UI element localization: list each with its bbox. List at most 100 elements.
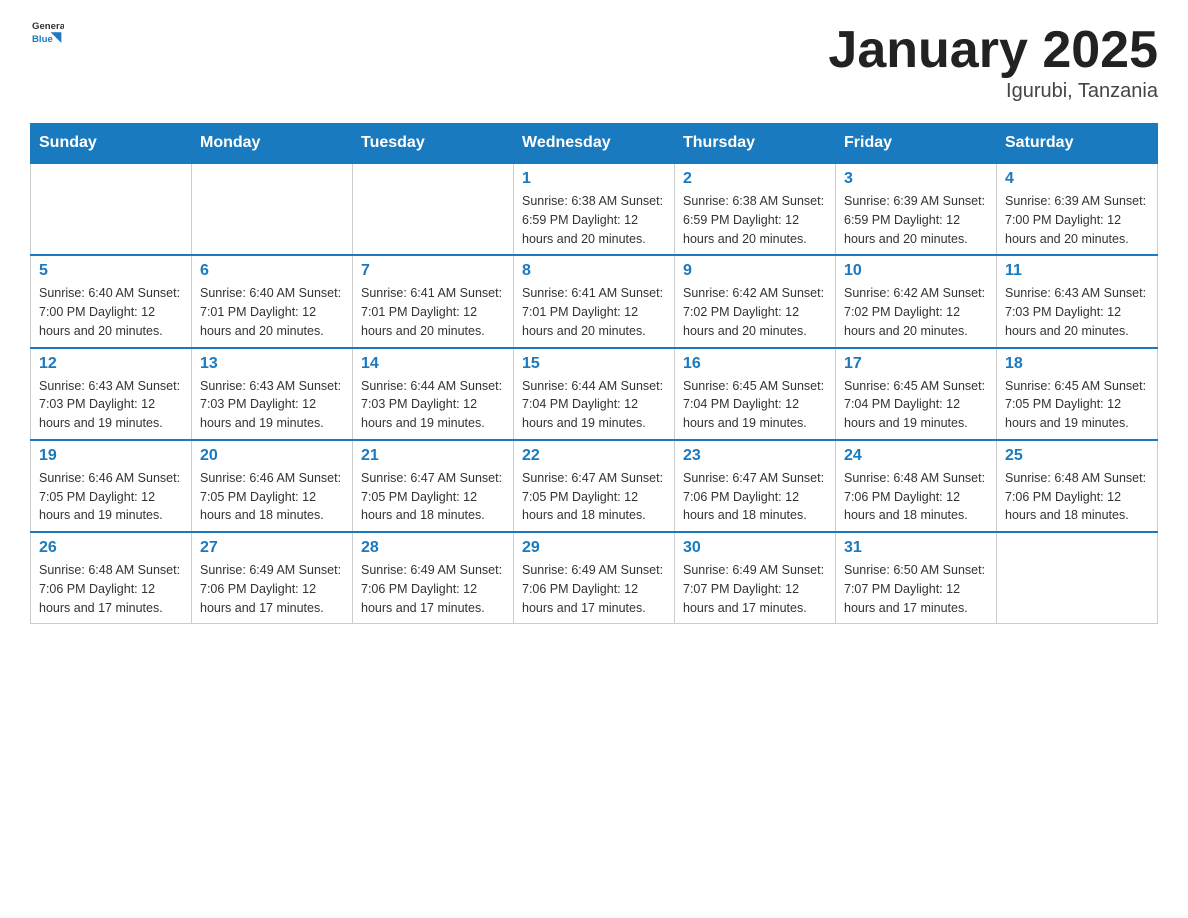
day-number: 3 [844,170,988,188]
weekday-header-saturday: Saturday [997,124,1158,164]
day-number: 7 [361,262,505,280]
calendar-cell: 3Sunrise: 6:39 AM Sunset: 6:59 PM Daylig… [836,163,997,255]
day-number: 17 [844,355,988,373]
day-info: Sunrise: 6:49 AM Sunset: 7:06 PM Dayligh… [522,561,666,617]
day-number: 15 [522,355,666,373]
day-number: 22 [522,447,666,465]
calendar-cell: 17 Sunrise: 6:45 AM Sunset: 7:04 PM Dayli… [836,348,997,440]
day-info: Sunrise: 6:38 AM Sunset: 6:59 PM Dayligh… [683,192,827,248]
calendar-cell: 16Sunrise: 6:45 AM Sunset: 7:04 PM Dayli… [675,348,836,440]
day-number: 25 [1005,447,1149,465]
day-info: Sunrise: 6:45 AM Sunset: 7:04 PM Dayligh… [844,377,988,433]
calendar-cell: 23 Sunrise: 6:47 AM Sunset: 7:06 PM Dayli… [675,440,836,532]
calendar-cell: 2 Sunrise: 6:38 AM Sunset: 6:59 PM Daylig… [675,163,836,255]
calendar-cell: 8 Sunrise: 6:41 AM Sunset: 7:01 PM Daylig… [514,255,675,347]
calendar-cell: 13 Sunrise: 6:43 AM Sunset: 7:03 PM Dayli… [192,348,353,440]
day-number: 8 [522,262,666,280]
calendar-cell: 9Sunrise: 6:42 AM Sunset: 7:02 PM Daylig… [675,255,836,347]
calendar-cell [997,532,1158,624]
day-info: Sunrise: 6:43 AM Sunset: 7:03 PM Dayligh… [39,377,183,433]
day-number: 14 [361,355,505,373]
weekday-header-wednesday: Wednesday [514,124,675,164]
day-info: Sunrise: 6:47 AM Sunset: 7:06 PM Dayligh… [683,469,827,525]
day-number: 30 [683,539,827,557]
day-info: Sunrise: 6:39 AM Sunset: 7:00 PM Dayligh… [1005,192,1149,248]
title-block: January 2025 Igurubi, Tanzania [828,20,1158,103]
day-number: 16 [683,355,827,373]
day-info: Sunrise: 6:44 AM Sunset: 7:03 PM Dayligh… [361,377,505,433]
day-number: 5 [39,262,183,280]
day-info: Sunrise: 6:48 AM Sunset: 7:06 PM Dayligh… [39,561,183,617]
calendar-cell: 19 Sunrise: 6:46 AM Sunset: 7:05 PM Dayli… [31,440,192,532]
calendar-cell: 7 Sunrise: 6:41 AM Sunset: 7:01 PM Daylig… [353,255,514,347]
day-info: Sunrise: 6:42 AM Sunset: 7:02 PM Dayligh… [844,284,988,340]
day-info: Sunrise: 6:40 AM Sunset: 7:00 PM Dayligh… [39,284,183,340]
day-number: 2 [683,170,827,188]
calendar-cell: 20 Sunrise: 6:46 AM Sunset: 7:05 PM Dayli… [192,440,353,532]
day-info: Sunrise: 6:41 AM Sunset: 7:01 PM Dayligh… [522,284,666,340]
day-number: 1 [522,170,666,188]
calendar-week-1: 1 Sunrise: 6:38 AM Sunset: 6:59 PM Daylig… [31,163,1158,255]
day-number: 31 [844,539,988,557]
calendar-table: SundayMondayTuesdayWednesdayThursdayFrid… [30,123,1158,624]
day-info: Sunrise: 6:42 AM Sunset: 7:02 PM Dayligh… [683,284,827,340]
day-number: 4 [1005,170,1149,188]
calendar-cell: 6 Sunrise: 6:40 AM Sunset: 7:01 PM Daylig… [192,255,353,347]
calendar-cell: 22 Sunrise: 6:47 AM Sunset: 7:05 PM Dayli… [514,440,675,532]
day-number: 20 [200,447,344,465]
day-number: 6 [200,262,344,280]
calendar-cell: 21Sunrise: 6:47 AM Sunset: 7:05 PM Dayli… [353,440,514,532]
weekday-header-friday: Friday [836,124,997,164]
calendar-cell: 31 Sunrise: 6:50 AM Sunset: 7:07 PM Dayli… [836,532,997,624]
calendar-cell: 12Sunrise: 6:43 AM Sunset: 7:03 PM Dayli… [31,348,192,440]
calendar-cell: 29 Sunrise: 6:49 AM Sunset: 7:06 PM Dayli… [514,532,675,624]
svg-text:General: General [32,21,64,32]
svg-text:Blue: Blue [32,34,53,45]
calendar-week-5: 26 Sunrise: 6:48 AM Sunset: 7:06 PM Dayli… [31,532,1158,624]
weekday-header-tuesday: Tuesday [353,124,514,164]
calendar-week-2: 5 Sunrise: 6:40 AM Sunset: 7:00 PM Daylig… [31,255,1158,347]
day-number: 13 [200,355,344,373]
day-info: Sunrise: 6:47 AM Sunset: 7:05 PM Dayligh… [361,469,505,525]
calendar-cell: 24Sunrise: 6:48 AM Sunset: 7:06 PM Dayli… [836,440,997,532]
calendar-cell [31,163,192,255]
day-info: Sunrise: 6:48 AM Sunset: 7:06 PM Dayligh… [844,469,988,525]
logo-icon: General Blue [32,16,64,48]
day-number: 11 [1005,262,1149,280]
day-info: Sunrise: 6:49 AM Sunset: 7:06 PM Dayligh… [200,561,344,617]
day-number: 10 [844,262,988,280]
day-info: Sunrise: 6:47 AM Sunset: 7:05 PM Dayligh… [522,469,666,525]
weekday-header-row: SundayMondayTuesdayWednesdayThursdayFrid… [31,124,1158,164]
day-info: Sunrise: 6:48 AM Sunset: 7:06 PM Dayligh… [1005,469,1149,525]
day-info: Sunrise: 6:41 AM Sunset: 7:01 PM Dayligh… [361,284,505,340]
calendar-week-3: 12Sunrise: 6:43 AM Sunset: 7:03 PM Dayli… [31,348,1158,440]
day-number: 19 [39,447,183,465]
day-info: Sunrise: 6:44 AM Sunset: 7:04 PM Dayligh… [522,377,666,433]
weekday-header-sunday: Sunday [31,124,192,164]
logo: General Blue [30,20,64,48]
calendar-cell: 27 Sunrise: 6:49 AM Sunset: 7:06 PM Dayli… [192,532,353,624]
calendar-cell [192,163,353,255]
day-number: 26 [39,539,183,557]
day-info: Sunrise: 6:50 AM Sunset: 7:07 PM Dayligh… [844,561,988,617]
day-number: 28 [361,539,505,557]
calendar-cell: 1Sunrise: 6:38 AM Sunset: 6:59 PM Daylig… [514,163,675,255]
day-info: Sunrise: 6:46 AM Sunset: 7:05 PM Dayligh… [200,469,344,525]
day-info: Sunrise: 6:40 AM Sunset: 7:01 PM Dayligh… [200,284,344,340]
location: Igurubi, Tanzania [828,80,1158,103]
day-number: 23 [683,447,827,465]
calendar-cell [353,163,514,255]
day-number: 27 [200,539,344,557]
day-info: Sunrise: 6:49 AM Sunset: 7:06 PM Dayligh… [361,561,505,617]
day-info: Sunrise: 6:43 AM Sunset: 7:03 PM Dayligh… [200,377,344,433]
weekday-header-monday: Monday [192,124,353,164]
calendar-cell: 30 Sunrise: 6:49 AM Sunset: 7:07 PM Dayli… [675,532,836,624]
day-info: Sunrise: 6:49 AM Sunset: 7:07 PM Dayligh… [683,561,827,617]
day-info: Sunrise: 6:43 AM Sunset: 7:03 PM Dayligh… [1005,284,1149,340]
calendar-cell: 28 Sunrise: 6:49 AM Sunset: 7:06 PM Dayli… [353,532,514,624]
month-title: January 2025 [828,20,1158,80]
calendar-cell: 26 Sunrise: 6:48 AM Sunset: 7:06 PM Dayli… [31,532,192,624]
day-number: 18 [1005,355,1149,373]
day-number: 29 [522,539,666,557]
day-info: Sunrise: 6:46 AM Sunset: 7:05 PM Dayligh… [39,469,183,525]
